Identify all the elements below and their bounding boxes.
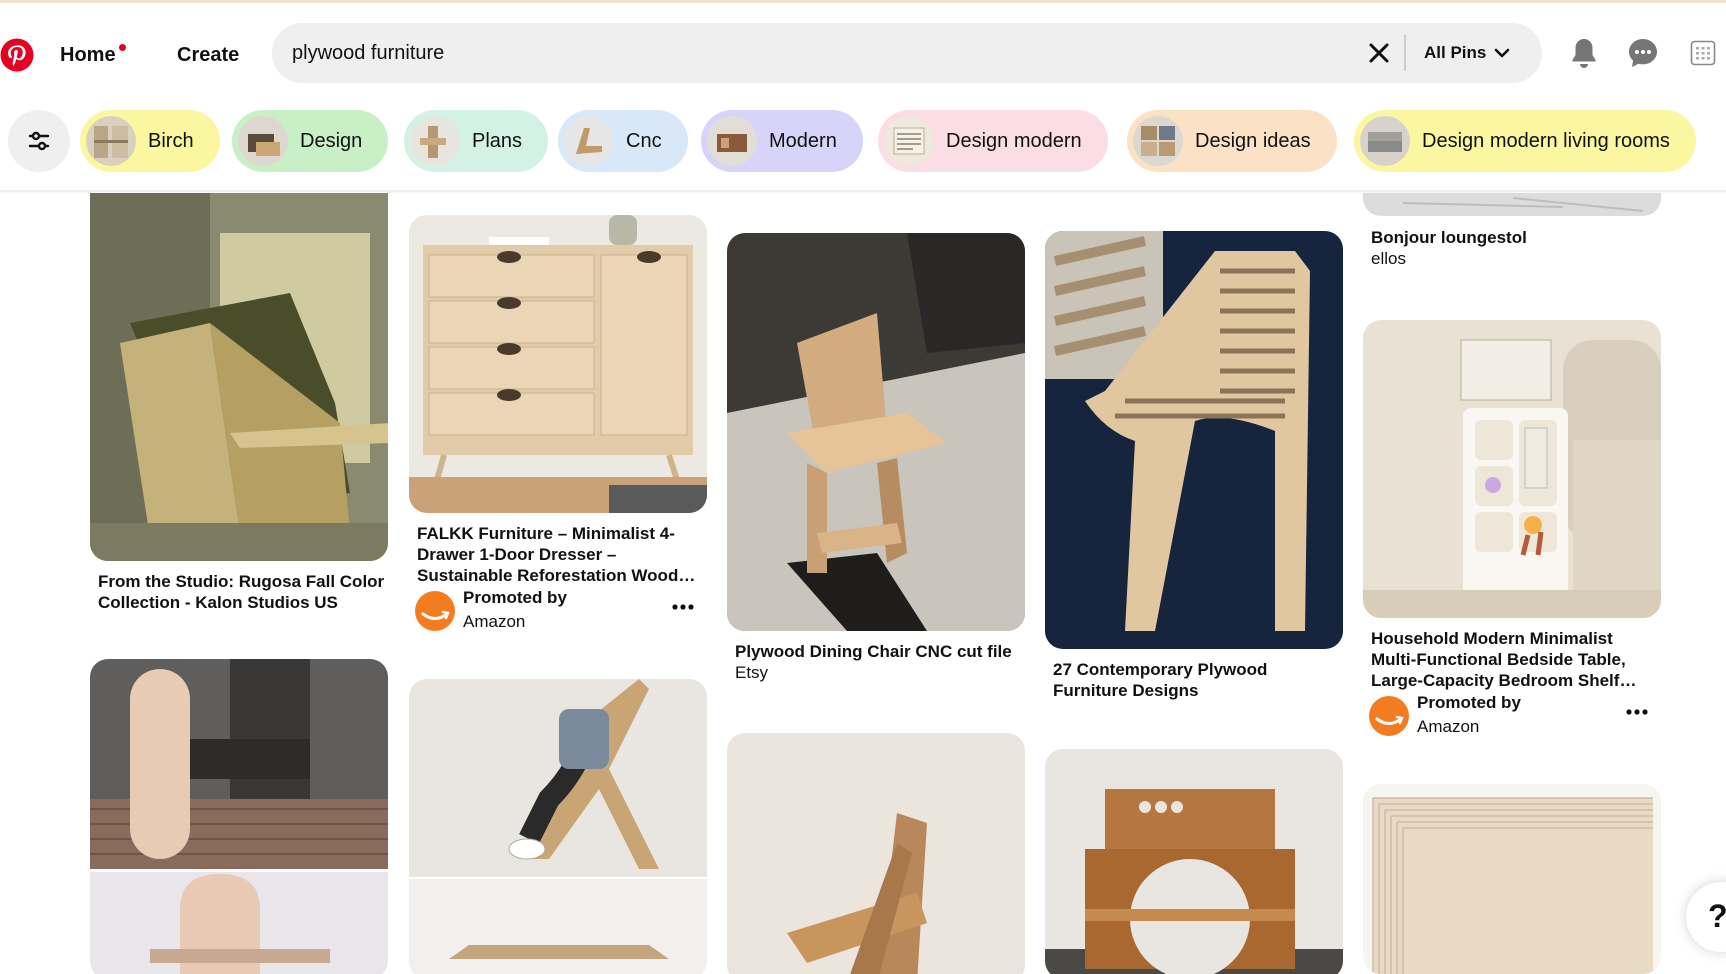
chip-label: Plans [472, 129, 523, 152]
pin-card[interactable] [727, 733, 1025, 974]
nav-create-link[interactable]: Create [177, 37, 239, 73]
pin-image[interactable] [1045, 231, 1343, 649]
chip-design-modern-living-rooms[interactable]: Design modern living rooms [1354, 110, 1696, 172]
clear-search-icon[interactable] [1364, 38, 1394, 68]
chip-label: Cnc [626, 129, 662, 152]
pin-title[interactable]: Plywood Dining Chair CNC cut file [735, 641, 1025, 662]
chip-design-ideas[interactable]: Design ideas [1127, 110, 1337, 172]
pin-card[interactable]: FALKK Furniture – Minimalist 4-Drawer 1-… [409, 215, 707, 635]
chip-thumbnail-image [410, 116, 460, 166]
pin-card[interactable] [1363, 784, 1661, 974]
pin-source[interactable]: ellos [1371, 248, 1406, 269]
chip-label: Modern [769, 129, 837, 152]
pin-filter-dropdown[interactable]: All Pins [1424, 23, 1510, 83]
pin-title[interactable]: 27 Contemporary Plywood Furniture Design… [1053, 659, 1343, 701]
chip-thumbnail-image [564, 116, 614, 166]
chip-thumbnail-image [238, 116, 288, 166]
messages-chat-icon[interactable] [1626, 36, 1660, 70]
pin-card[interactable]: 27 Contemporary Plywood Furniture Design… [1045, 231, 1343, 711]
pinterest-logo-icon[interactable] [0, 38, 34, 72]
search-divider [1404, 35, 1406, 71]
chip-design[interactable]: Design [232, 110, 389, 172]
chip-modern[interactable]: Modern [701, 110, 863, 172]
pin-image[interactable] [1363, 320, 1661, 618]
chip-label: Design modern [946, 129, 1082, 152]
chip-label: Design [300, 129, 363, 152]
notifications-bell-icon[interactable] [1567, 36, 1601, 70]
promoted-by-row[interactable]: Promoted by Amazon [415, 587, 705, 635]
amazon-avatar-icon[interactable] [415, 591, 455, 631]
pin-card[interactable]: Household Modern Minimalist Multi-Functi… [1363, 320, 1661, 750]
chip-thumbnail-image [86, 116, 136, 166]
sliders-icon [28, 131, 50, 151]
advertiser-name[interactable]: Amazon [463, 611, 525, 633]
chip-plans[interactable]: Plans [404, 110, 549, 172]
chevron-down-icon [1495, 48, 1510, 58]
top-nav-bar: Home Create plywood furniture All Pins [0, 3, 1726, 103]
pin-image[interactable] [727, 733, 1025, 974]
pin-image[interactable] [409, 679, 707, 974]
promoted-by-label: Promoted by [1417, 693, 1521, 712]
pin-title[interactable]: From the Studio: Rugosa Fall Color Colle… [98, 571, 388, 613]
pin-card[interactable] [90, 659, 388, 974]
chip-cnc[interactable]: Cnc [558, 110, 688, 172]
chip-thumbnail-image [884, 116, 934, 166]
help-label: ? [1708, 898, 1726, 934]
help-button[interactable]: ? [1686, 882, 1726, 952]
more-options-icon[interactable] [1623, 702, 1651, 722]
pin-title[interactable]: FALKK Furniture – Minimalist 4-Drawer 1-… [417, 523, 707, 586]
pin-image[interactable] [90, 193, 388, 561]
chip-thumbnail-image [1360, 116, 1410, 166]
apps-grid-icon[interactable] [1686, 36, 1720, 70]
nav-create-label: Create [177, 43, 240, 66]
pin-source[interactable]: Etsy [735, 662, 768, 683]
chip-birch[interactable]: Birch [80, 110, 220, 172]
nav-home-label: Home [60, 43, 116, 66]
pin-card[interactable]: From the Studio: Rugosa Fall Color Colle… [90, 193, 388, 623]
pin-image[interactable] [1045, 749, 1343, 974]
amazon-avatar-icon[interactable] [1369, 696, 1409, 736]
notification-dot [118, 44, 126, 51]
pin-image[interactable] [409, 215, 707, 513]
chip-thumbnail-image [707, 116, 757, 166]
more-options-icon[interactable] [669, 597, 697, 617]
pin-card[interactable] [1045, 749, 1343, 974]
advertiser-name[interactable]: Amazon [1417, 716, 1479, 738]
related-searches-bar: Birch Design Plans Cnc Modern Design mod… [0, 108, 1726, 176]
pin-image[interactable] [90, 659, 388, 974]
promoted-by-label: Promoted by [463, 588, 567, 607]
chip-label: Design modern living rooms [1422, 129, 1670, 152]
pin-card[interactable]: Bonjour loungestol ellos [1363, 193, 1661, 268]
pin-filter-label: All Pins [1424, 43, 1487, 62]
chip-label: Design ideas [1195, 129, 1311, 152]
chip-design-modern[interactable]: Design modern [878, 110, 1108, 172]
search-bar[interactable]: plywood furniture All Pins [272, 23, 1542, 83]
search-input[interactable]: plywood furniture [292, 23, 444, 83]
chip-thumbnail-image [1133, 116, 1183, 166]
promoted-by-row[interactable]: Promoted by Amazon [1369, 692, 1659, 740]
pin-card[interactable] [409, 679, 707, 974]
pin-image[interactable] [1363, 784, 1661, 974]
pin-title[interactable]: Household Modern Minimalist Multi-Functi… [1371, 628, 1661, 691]
pin-image[interactable] [727, 233, 1025, 631]
pin-title[interactable]: Bonjour loungestol [1371, 227, 1661, 248]
filter-settings-button[interactable] [8, 110, 70, 172]
pin-card[interactable]: Plywood Dining Chair CNC cut file Etsy [727, 233, 1025, 693]
pin-image[interactable] [1363, 193, 1661, 216]
nav-home-link[interactable]: Home [60, 37, 126, 73]
chip-label: Birch [148, 129, 194, 152]
